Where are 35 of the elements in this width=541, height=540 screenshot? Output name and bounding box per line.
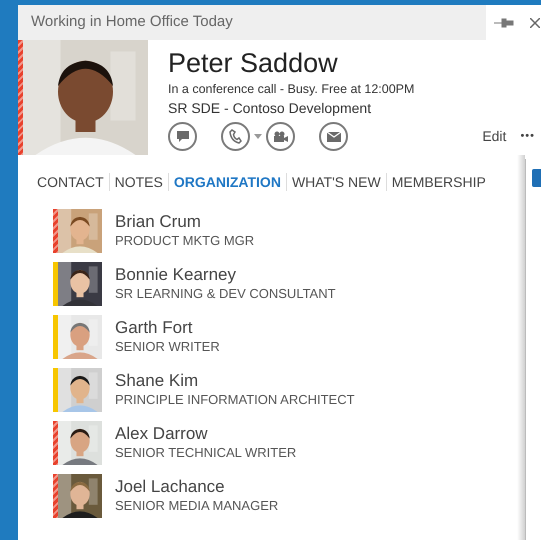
tab[interactable]: CONTACT: [32, 172, 109, 192]
phone-icon: [229, 129, 242, 144]
person-title: SENIOR MEDIA MANAGER: [115, 497, 278, 515]
app-logo-icon: [532, 169, 541, 187]
caret-icon[interactable]: [254, 134, 262, 139]
chat-button[interactable]: [168, 122, 197, 151]
status-note: In a conference call - Busy. Free at 12:00PM: [168, 81, 416, 98]
close-icon[interactable]: [530, 18, 540, 28]
person-name[interactable]: Shane Kim: [115, 371, 355, 391]
person-name[interactable]: Joel Lachance: [115, 477, 278, 497]
tab[interactable]: WHAT'S NEW: [286, 172, 386, 192]
person-name[interactable]: Garth Fort: [115, 318, 220, 338]
person-name[interactable]: Alex Darrow: [115, 424, 296, 444]
video-button[interactable]: [266, 122, 295, 151]
tab[interactable]: MEMBERSHIP: [386, 172, 491, 192]
person-title: SENIOR WRITER: [115, 338, 220, 356]
person-name[interactable]: Bonnie Kearney: [115, 265, 336, 285]
tab[interactable]: NOTES: [110, 172, 168, 192]
more-button[interactable]: •••: [520, 128, 535, 145]
person-title: PRINCIPLE INFORMATION ARCHITECT: [115, 391, 355, 409]
email-button[interactable]: [319, 122, 348, 151]
person-title: SR LEARNING & DEV CONSULTANT: [115, 285, 336, 303]
call-button[interactable]: [221, 122, 250, 151]
chat-icon: [176, 130, 190, 143]
person-name[interactable]: Brian Crum: [115, 212, 254, 232]
pin-icon[interactable]: [494, 18, 514, 28]
contact-name: Peter Saddow: [168, 47, 339, 80]
tab[interactable]: ORGANIZATION: [168, 172, 286, 192]
person-title: SENIOR TECHNICAL WRITER: [115, 444, 296, 462]
window-title: Working in Home Office Today: [31, 12, 233, 32]
edit-link[interactable]: Edit: [482, 126, 506, 147]
envelope-icon: [326, 132, 340, 142]
video-camera-icon: [272, 130, 288, 142]
job-title: SR SDE - Contoso Development: [168, 99, 372, 118]
person-title: PRODUCT MKTG MGR: [115, 232, 254, 250]
